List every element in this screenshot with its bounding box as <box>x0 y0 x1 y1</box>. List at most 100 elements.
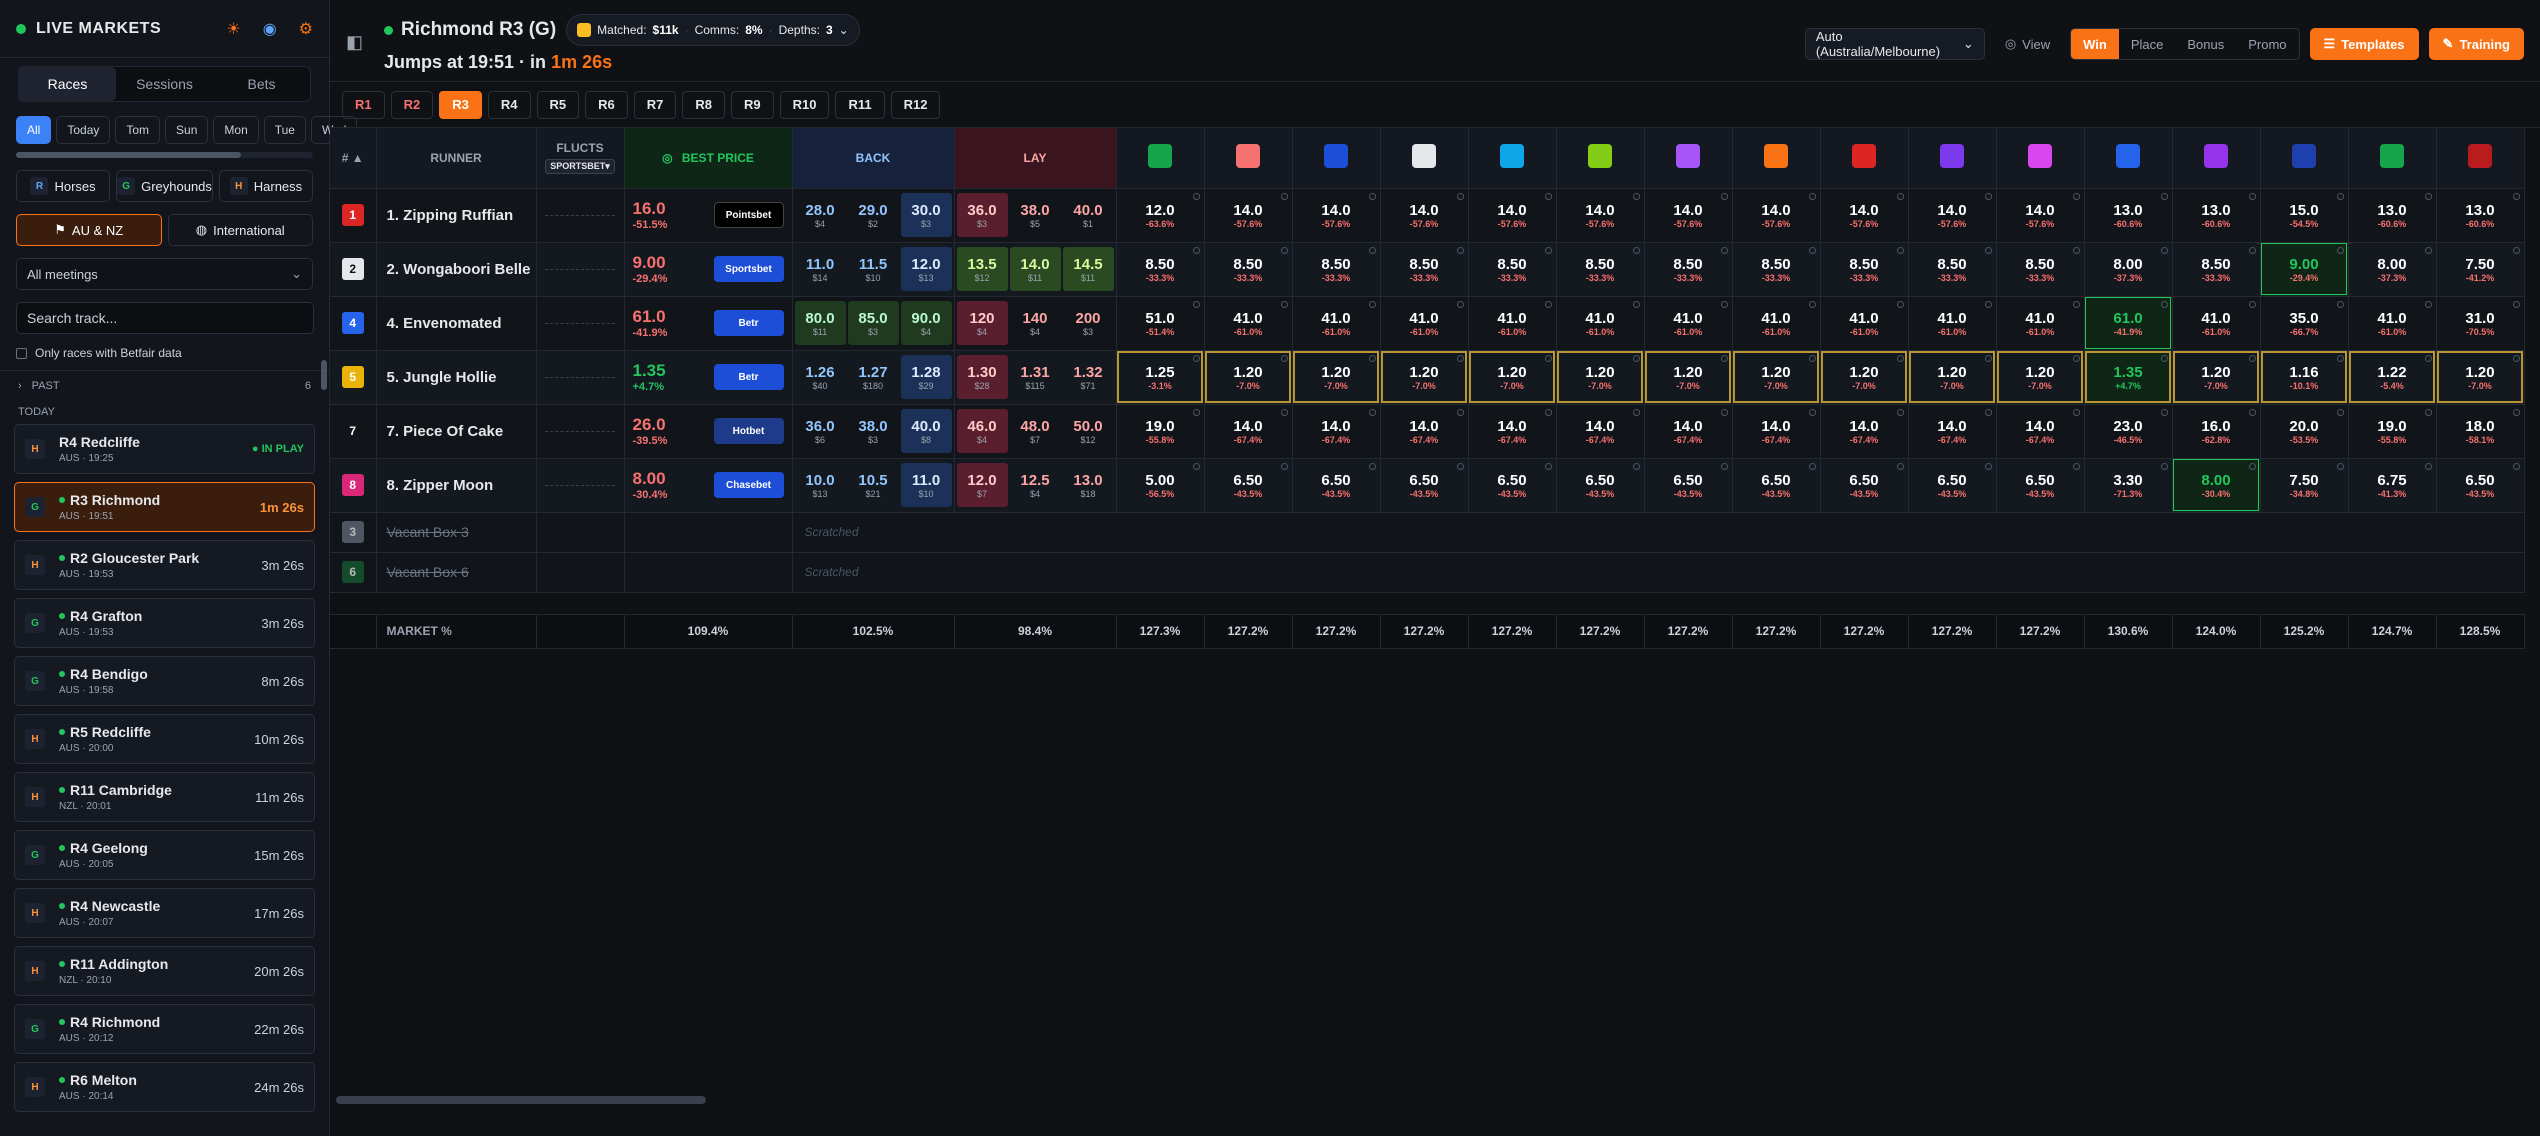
race-list-item[interactable]: G R4 Bendigo AUS · 19:58 8m 26s <box>14 656 315 706</box>
race-list-item[interactable]: H R11 Addington NZL · 20:10 20m 26s <box>14 946 315 996</box>
info-icon[interactable] <box>1808 354 1816 362</box>
info-icon[interactable] <box>2072 300 2080 308</box>
info-icon[interactable] <box>1632 300 1640 308</box>
info-icon[interactable] <box>1720 354 1728 362</box>
bookmaker-odds-cell[interactable]: 20.0 -53.5% <box>2260 404 2349 459</box>
info-icon[interactable] <box>1368 246 1376 254</box>
race-list-item[interactable]: G R4 Grafton AUS · 19:53 3m 26s <box>14 598 315 648</box>
bookmaker-odds-cell[interactable]: 8.50 -33.3% <box>1996 242 2085 297</box>
bookmaker-odds-cell[interactable]: 1.35 +4.7% <box>2084 350 2173 405</box>
bookmaker-odds-cell[interactable]: 14.0 -57.6% <box>1820 188 1909 243</box>
bookmaker-odds-cell[interactable]: 8.50 -33.3% <box>1380 242 1469 297</box>
info-icon[interactable] <box>1984 246 1992 254</box>
grid-horizontal-scrollbar[interactable] <box>336 1096 706 1104</box>
runner-name[interactable]: 8. Zipper Moon <box>376 458 537 513</box>
info-icon[interactable] <box>1720 408 1728 416</box>
market-tab-promo[interactable]: Promo <box>2236 29 2298 59</box>
bookmaker-odds-cell[interactable]: 14.0 -67.4% <box>1204 404 1293 459</box>
info-icon[interactable] <box>1280 408 1288 416</box>
bookmaker-odds-cell[interactable]: 41.0 -61.0% <box>1820 296 1909 351</box>
info-icon[interactable] <box>2072 192 2080 200</box>
lay-price-button[interactable]: 38.0 $5 <box>1010 193 1061 237</box>
bookmaker-odds-cell[interactable]: 1.20 -7.0% <box>2436 350 2525 405</box>
settings-sliders-icon[interactable]: ⚙ <box>299 19 313 39</box>
race-list-item[interactable]: H R6 Melton AUS · 20:14 24m 26s <box>14 1062 315 1112</box>
bookmaker-odds-cell[interactable]: 14.0 -57.6% <box>1996 188 2085 243</box>
info-icon[interactable] <box>2512 300 2520 308</box>
day-filter-tom[interactable]: Tom <box>115 116 161 144</box>
bookmaker-odds-cell[interactable]: 14.0 -67.4% <box>1996 404 2085 459</box>
info-icon[interactable] <box>2424 246 2432 254</box>
info-icon[interactable] <box>1544 192 1552 200</box>
bookmaker-odds-cell[interactable]: 8.50 -33.3% <box>1292 242 1381 297</box>
bookmaker-odds-cell[interactable]: 1.22 -5.4% <box>2348 350 2437 405</box>
lay-price-button[interactable]: 48.0 $7 <box>1010 409 1061 453</box>
bookmaker-odds-cell[interactable]: 1.20 -7.0% <box>1908 350 1997 405</box>
timezone-select[interactable]: Auto (Australia/Melbourne) ⌄ <box>1804 28 1985 60</box>
info-icon[interactable] <box>2512 354 2520 362</box>
info-icon[interactable] <box>1280 462 1288 470</box>
bookmaker-odds-cell[interactable]: 5.00 -56.5% <box>1116 458 1205 513</box>
bookmaker-odds-cell[interactable]: 41.0 -61.0% <box>1556 296 1645 351</box>
race-list-item[interactable]: H R11 Cambridge NZL · 20:01 11m 26s <box>14 772 315 822</box>
bookmaker-odds-cell[interactable]: 51.0 -51.4% <box>1116 296 1205 351</box>
race-tab-r12[interactable]: R12 <box>890 90 941 119</box>
bookmaker-column-header[interactable] <box>1820 128 1909 189</box>
bookmaker-odds-cell[interactable]: 41.0 -61.0% <box>1380 296 1469 351</box>
info-icon[interactable] <box>1896 462 1904 470</box>
bookmaker-odds-cell[interactable]: 6.50 -43.5% <box>1732 458 1821 513</box>
info-icon[interactable] <box>2424 354 2432 362</box>
bookmaker-odds-cell[interactable]: 41.0 -61.0% <box>1204 296 1293 351</box>
bookmaker-odds-cell[interactable]: 14.0 -57.6% <box>1732 188 1821 243</box>
race-list-item[interactable]: H R2 Gloucester Park AUS · 19:53 3m 26s <box>14 540 315 590</box>
bookmaker-odds-cell[interactable]: 8.00 -37.3% <box>2084 242 2173 297</box>
lay-price-button[interactable]: 12.5 $4 <box>1010 463 1061 507</box>
info-icon[interactable] <box>1896 354 1904 362</box>
info-icon[interactable] <box>2160 354 2168 362</box>
back-price-button[interactable]: 11.0 $14 <box>795 247 846 291</box>
bookmaker-odds-cell[interactable]: 14.0 -57.6% <box>1204 188 1293 243</box>
info-icon[interactable] <box>2336 462 2344 470</box>
runner-name[interactable]: 5. Jungle Hollie <box>376 350 537 405</box>
lay-price-button[interactable]: 14.5 $11 <box>1062 247 1114 291</box>
back-price-button[interactable]: 38.0 $3 <box>848 409 899 453</box>
best-price-cell[interactable]: 16.0 -51.5% Pointsbet <box>624 188 793 243</box>
bookmaker-odds-cell[interactable]: 41.0 -61.0% <box>1732 296 1821 351</box>
info-icon[interactable] <box>2072 462 2080 470</box>
best-price-cell[interactable]: 26.0 -39.5% Hotbet <box>624 404 793 459</box>
bookmaker-odds-cell[interactable]: 35.0 -66.7% <box>2260 296 2349 351</box>
bookmaker-odds-cell[interactable]: 14.0 -57.6% <box>1380 188 1469 243</box>
bookmaker-column-header[interactable] <box>2436 128 2525 189</box>
bookmaker-odds-cell[interactable]: 3.30 -71.3% <box>2084 458 2173 513</box>
info-icon[interactable] <box>1544 300 1552 308</box>
info-icon[interactable] <box>2160 300 2168 308</box>
bookmaker-odds-cell[interactable]: 6.50 -43.5% <box>1908 458 1997 513</box>
info-icon[interactable] <box>1896 246 1904 254</box>
info-icon[interactable] <box>1632 408 1640 416</box>
race-tab-r9[interactable]: R9 <box>731 90 774 119</box>
bookmaker-odds-cell[interactable]: 8.50 -33.3% <box>1908 242 1997 297</box>
sidebar-tab-bets[interactable]: Bets <box>213 67 310 101</box>
race-list-item[interactable]: H R4 Newcastle AUS · 20:07 17m 26s <box>14 888 315 938</box>
visibility-eye-icon[interactable]: ◉ <box>263 19 277 39</box>
bookmaker-odds-cell[interactable]: 14.0 -57.6% <box>1556 188 1645 243</box>
info-icon[interactable] <box>2424 300 2432 308</box>
info-icon[interactable] <box>1720 246 1728 254</box>
sidebar-scrollbar[interactable] <box>321 360 327 390</box>
bookmaker-column-header[interactable] <box>1116 128 1205 189</box>
back-price-button[interactable]: 1.26 $40 <box>795 355 846 399</box>
lay-price-button[interactable]: 40.0 $1 <box>1063 193 1114 237</box>
bookmaker-odds-cell[interactable]: 1.20 -7.0% <box>1204 350 1293 405</box>
flucts-source-select[interactable]: SPORTSBET▾ <box>545 159 615 175</box>
sidebar-tab-races[interactable]: Races <box>19 67 116 101</box>
info-icon[interactable] <box>1368 408 1376 416</box>
info-icon[interactable] <box>1192 408 1200 416</box>
info-icon[interactable] <box>2336 300 2344 308</box>
back-price-button[interactable]: 11.0 $10 <box>900 463 952 507</box>
region-au-nz[interactable]: ⚑ AU & NZ <box>16 214 162 246</box>
lay-price-button[interactable]: 1.30 $28 <box>956 355 1008 399</box>
bookmaker-odds-cell[interactable]: 13.0 -60.6% <box>2084 188 2173 243</box>
info-icon[interactable] <box>1280 354 1288 362</box>
bookmaker-odds-cell[interactable]: 8.00 -37.3% <box>2348 242 2437 297</box>
race-tab-r10[interactable]: R10 <box>779 90 830 119</box>
